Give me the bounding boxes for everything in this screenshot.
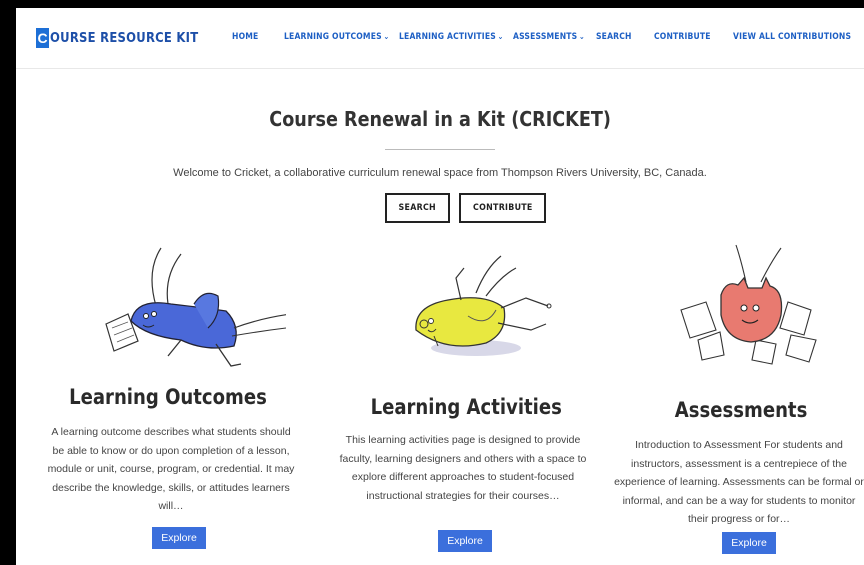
- logo-mark: C: [36, 28, 49, 48]
- assessments-desc: Introduction to Assessment For students …: [614, 439, 864, 525]
- blue-cricket-icon: [105, 247, 286, 367]
- site-logo[interactable]: C OURSE RESOURCE KIT: [36, 28, 223, 48]
- logo-text: OURSE RESOURCE KIT: [50, 30, 199, 46]
- title-divider: [385, 149, 495, 150]
- nav-assessments[interactable]: ASSESSMENTS ⌄: [513, 32, 585, 42]
- learning-outcomes-desc: A learning outcome describes what studen…: [47, 426, 295, 512]
- page: C OURSE RESOURCE KIT HOME LEARNING OUTCO…: [16, 8, 864, 565]
- contribute-button[interactable]: CONTRIBUTE: [459, 193, 546, 223]
- search-button[interactable]: SEARCH: [385, 193, 450, 223]
- learning-activities-desc: This learning activities page is designe…: [339, 434, 587, 502]
- learning-activities-explore-button[interactable]: Explore: [438, 530, 492, 552]
- yellow-cricket-icon: [415, 255, 552, 356]
- assessments-explore-button[interactable]: Explore: [722, 532, 776, 554]
- learning-outcomes-title: Learning Outcomes: [69, 385, 267, 409]
- nav-learning-activities[interactable]: LEARNING ACTIVITIES ⌄: [399, 32, 503, 42]
- learning-outcomes-explore-button[interactable]: Explore: [152, 527, 206, 549]
- chevron-down-icon: ⌄: [497, 32, 504, 41]
- nav-learning-outcomes[interactable]: LEARNING OUTCOMES ⌄: [284, 32, 389, 42]
- page-title: Course Renewal in a Kit (CRICKET): [269, 107, 611, 131]
- red-cricket-icon: [680, 244, 817, 365]
- welcome-text: Welcome to Cricket, a collaborative curr…: [173, 167, 707, 179]
- nav-contribute[interactable]: CONTRIBUTE: [654, 32, 711, 42]
- site-header: C OURSE RESOURCE KIT HOME LEARNING OUTCO…: [16, 8, 864, 69]
- chevron-down-icon: ⌄: [383, 32, 390, 41]
- nav-search[interactable]: SEARCH: [596, 32, 632, 42]
- learning-activities-title: Learning Activities: [370, 395, 562, 419]
- assessments-title: Assessments: [674, 398, 808, 422]
- nav-home[interactable]: HOME: [232, 32, 258, 42]
- chevron-down-icon: ⌄: [579, 32, 585, 41]
- nav-view-all-contributions[interactable]: VIEW ALL CONTRIBUTIONS: [733, 32, 851, 42]
